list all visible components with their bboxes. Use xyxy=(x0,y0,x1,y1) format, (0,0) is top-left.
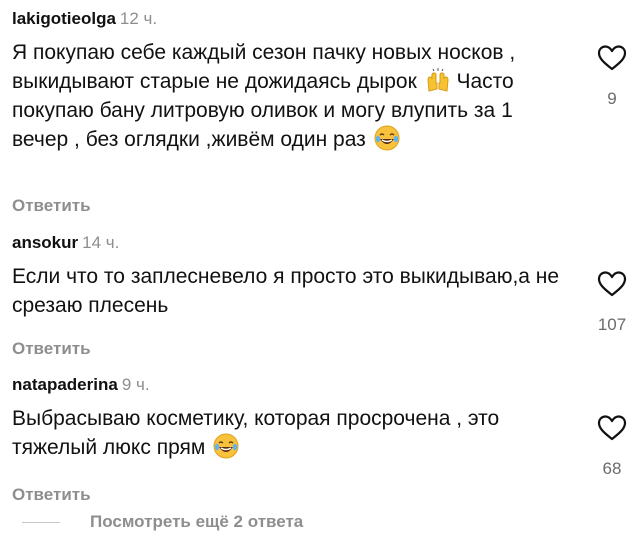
reply-button[interactable]: Ответить xyxy=(12,195,91,217)
like-count: 68 xyxy=(602,459,622,478)
divider-line xyxy=(22,521,60,523)
comment-time: 12 ч. xyxy=(119,9,158,28)
comment-username[interactable]: ansokur xyxy=(12,233,78,252)
laughing-face-icon xyxy=(374,125,400,151)
comment-meta: natapaderina 9 ч. xyxy=(12,374,150,396)
raising-hands-icon xyxy=(427,68,449,92)
comment-text-part: Выбрасываю косметику, которая просрочена… xyxy=(12,407,500,459)
comment-text: Выбрасываю косметику, которая просрочена… xyxy=(12,404,572,462)
reply-button[interactable]: Ответить xyxy=(12,484,91,506)
like-control: 9 xyxy=(590,44,634,110)
comment-meta: ansokur 14 ч. xyxy=(12,232,119,254)
comment-time: 9 ч. xyxy=(121,375,150,394)
heart-icon[interactable] xyxy=(597,270,627,298)
reply-button[interactable]: Ответить xyxy=(12,338,91,360)
laughing-face-icon xyxy=(213,433,239,459)
view-more-replies-button[interactable]: Посмотреть ещё 2 ответа xyxy=(22,511,303,533)
like-count: 9 xyxy=(607,89,617,108)
comment-username[interactable]: natapaderina xyxy=(12,375,118,394)
comment-time: 14 ч. xyxy=(82,233,120,252)
heart-icon[interactable] xyxy=(597,44,627,72)
comment-username[interactable]: lakigotieolga xyxy=(12,9,116,28)
like-count: 107 xyxy=(597,315,627,334)
like-control: 107 xyxy=(590,270,634,336)
comment-text: Если что то заплесневело я просто это вы… xyxy=(12,265,560,317)
comment-text: Я покупаю себе каждый сезон пачку новых … xyxy=(12,38,572,154)
view-more-replies-label: Посмотреть ещё 2 ответа xyxy=(90,512,304,531)
like-control: 68 xyxy=(590,414,634,480)
heart-icon[interactable] xyxy=(597,414,627,442)
comment-meta: lakigotieolga 12 ч. xyxy=(12,8,157,30)
